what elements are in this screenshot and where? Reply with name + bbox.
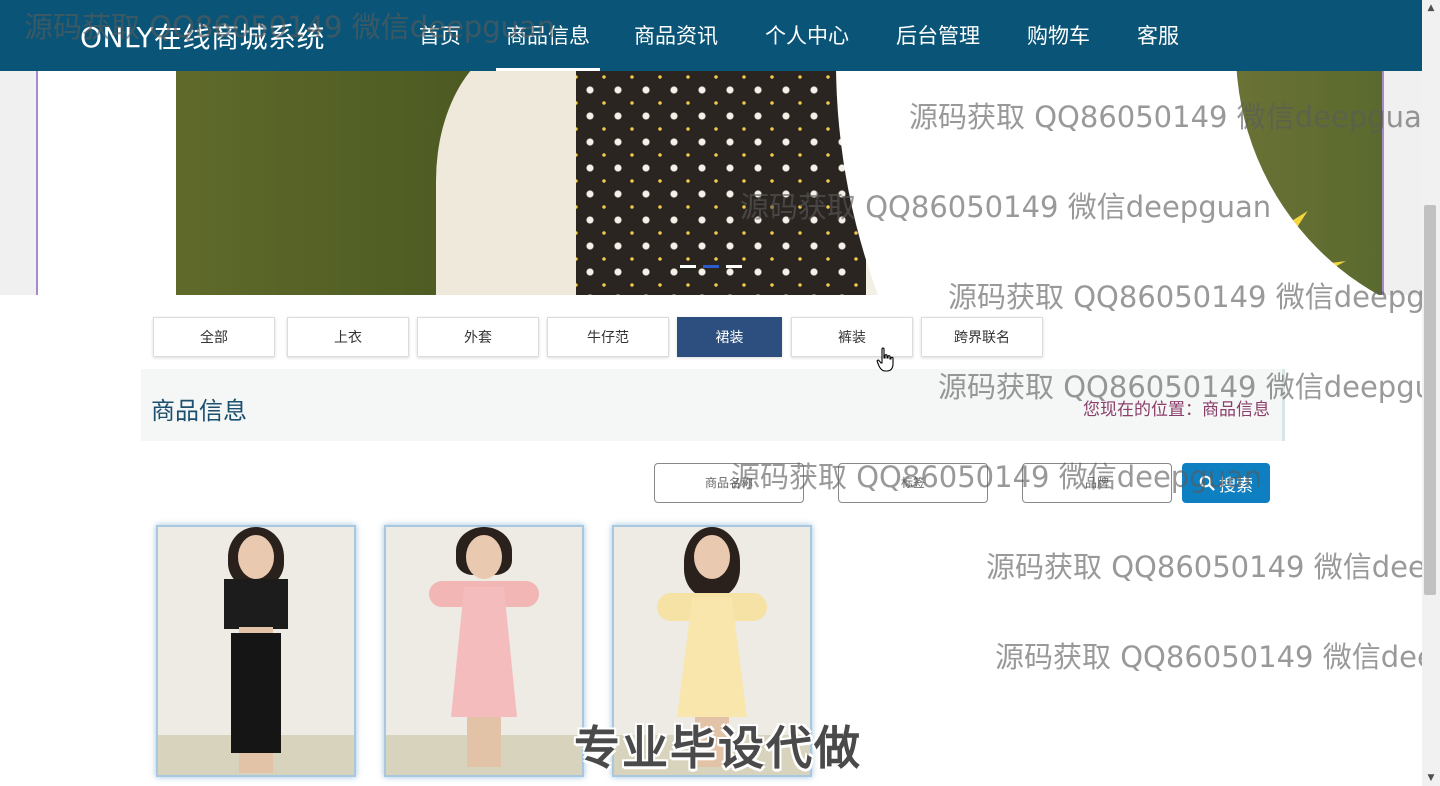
model-face	[694, 535, 730, 579]
nav-news[interactable]: 商品资讯	[634, 0, 718, 71]
banner-floral-dress	[576, 71, 876, 295]
nav-home[interactable]: 首页	[419, 0, 461, 71]
banner-margin	[38, 71, 176, 295]
nav-service[interactable]: 客服	[1137, 0, 1179, 71]
category-dresses-button[interactable]: 裙装	[677, 317, 782, 357]
model-top	[224, 579, 288, 629]
nav-admin[interactable]: 后台管理	[896, 0, 980, 71]
carousel-dot-3[interactable]	[726, 265, 742, 268]
scroll-down-arrow-icon[interactable]: ▼	[1422, 770, 1440, 786]
product-image-yellow-dress	[642, 527, 782, 775]
category-collab-button[interactable]: 跨界联名	[921, 317, 1043, 357]
model-skirt	[231, 633, 281, 753]
scroll-up-arrow-icon[interactable]: ▲	[1422, 0, 1440, 16]
model-legs	[467, 717, 501, 767]
page-scrollbar[interactable]: ▲ ▼	[1422, 0, 1440, 786]
carousel-dot-1[interactable]	[680, 265, 696, 268]
product-card[interactable]	[384, 525, 584, 777]
model-face	[238, 535, 274, 579]
breadcrumb: 您现在的位置：商品信息	[1083, 400, 1270, 420]
category-denim-button[interactable]: 牛仔范	[547, 317, 669, 357]
model-legs	[239, 753, 273, 773]
nav-profile[interactable]: 个人中心	[765, 0, 849, 71]
watermark-text: 源码获取 QQ86050149 微信dee	[995, 640, 1422, 674]
product-card[interactable]	[156, 525, 356, 777]
product-image-pink-dress	[414, 527, 554, 775]
nav-products[interactable]: 商品信息	[496, 0, 600, 71]
watermark-text: 源码获取 QQ86050149 微信deep	[986, 550, 1422, 584]
search-button[interactable]: 搜索	[1182, 463, 1270, 503]
search-button-label: 搜索	[1219, 475, 1253, 496]
section-title: 商品信息	[151, 397, 247, 425]
banner-frame-right	[1382, 71, 1384, 295]
banner-image	[176, 71, 1382, 295]
top-navbar: ONLY在线商城系统 首页 商品信息 商品资讯 个人中心 后台管理 购物车 客服	[0, 0, 1422, 71]
site-brand[interactable]: ONLY在线商城系统	[80, 16, 325, 56]
category-all-button[interactable]: 全部	[153, 317, 275, 357]
product-card[interactable]	[612, 525, 812, 777]
category-tops-button[interactable]: 上衣	[287, 317, 409, 357]
product-name-search-input[interactable]	[654, 463, 804, 503]
category-coats-button[interactable]: 外套	[417, 317, 539, 357]
model-legs	[695, 717, 729, 767]
tag-search-input[interactable]	[838, 463, 988, 503]
model-face	[466, 535, 502, 579]
banner-carousel[interactable]	[0, 71, 1422, 295]
hand-cursor-icon	[876, 347, 894, 372]
search-icon	[1199, 475, 1215, 491]
section-header: 商品信息 您现在的位置：商品信息	[141, 369, 1285, 441]
product-image-black-outfit	[196, 527, 316, 775]
banner-hand	[1016, 101, 1136, 171]
nav-cart[interactable]: 购物车	[1027, 0, 1090, 71]
brand-search-input[interactable]	[1022, 463, 1172, 503]
scrollbar-thumb[interactable]	[1424, 205, 1436, 595]
carousel-dot-2[interactable]	[703, 265, 719, 268]
